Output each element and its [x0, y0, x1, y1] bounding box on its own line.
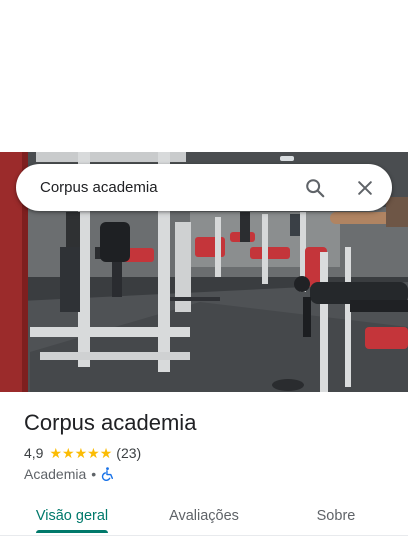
tab-reviews[interactable]: Avaliações — [152, 496, 256, 536]
tab-about[interactable]: Sobre — [284, 496, 388, 536]
place-category: Academia — [24, 466, 87, 482]
rating-stars: ★ ★ ★ ★ ★ — [49, 446, 112, 460]
search-query-text[interactable]: Corpus academia — [40, 179, 298, 196]
close-icon — [358, 180, 372, 195]
search-button[interactable] — [298, 171, 332, 205]
search-bar[interactable]: Corpus academia — [16, 164, 392, 211]
star-icon: ★ — [62, 445, 75, 461]
place-info-panel: Corpus academia 4,9 ★ ★ ★ ★ ★ (23) Acade… — [0, 392, 408, 544]
star-icon: ★ — [87, 445, 100, 461]
magnifier-icon — [306, 178, 325, 197]
category-row: Academia • — [24, 466, 114, 482]
review-count[interactable]: (23) — [116, 445, 141, 461]
place-title: Corpus academia — [24, 410, 197, 435]
separator-dot: • — [91, 466, 97, 482]
close-button[interactable] — [348, 171, 382, 205]
star-icon: ★ — [99, 445, 113, 461]
tabs-divider — [0, 535, 408, 536]
rating-row[interactable]: 4,9 ★ ★ ★ ★ ★ (23) — [24, 445, 141, 461]
star-icon: ★ — [74, 445, 88, 461]
rating-value: 4,9 — [24, 445, 44, 461]
active-tab-indicator — [36, 530, 108, 533]
map-blank-area — [0, 0, 408, 152]
wheelchair-icon — [102, 467, 114, 481]
star-icon: ★ — [49, 445, 63, 461]
